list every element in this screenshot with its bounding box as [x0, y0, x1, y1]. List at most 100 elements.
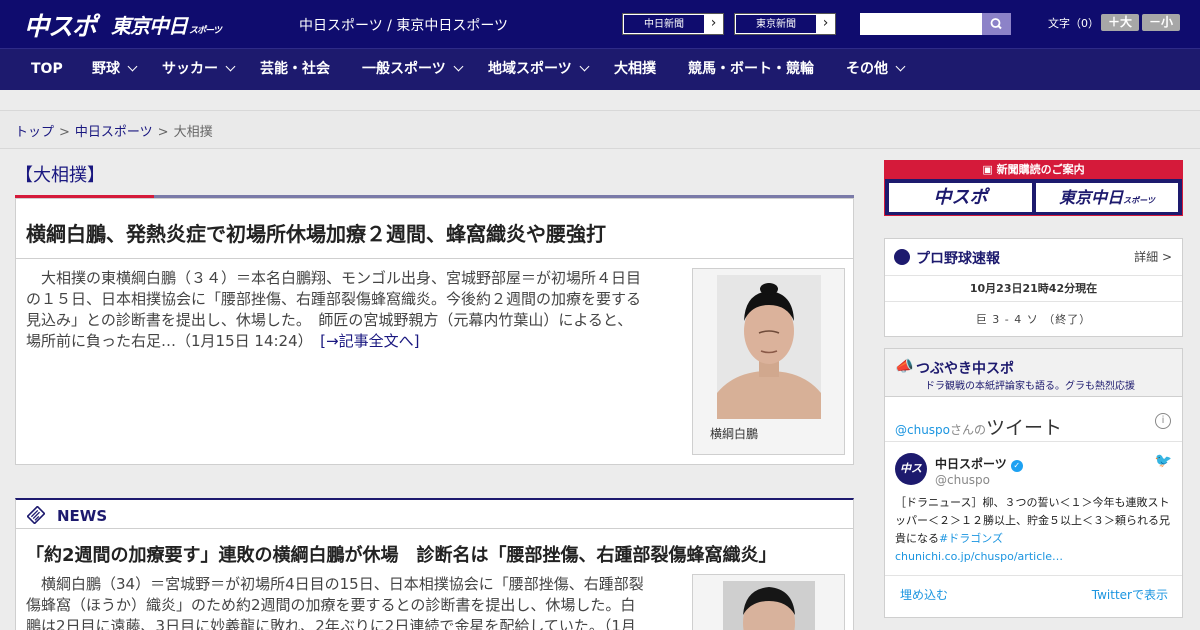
- breadcrumb-sep: >: [59, 125, 70, 140]
- tokyo-link-label: 東京新聞: [735, 14, 817, 34]
- twitter-widget-subtitle: ドラ観戦の本紙評論家も語る。グラも熱烈応援: [925, 381, 1135, 392]
- chuspo-subscribe-logo[interactable]: 中スポ: [889, 183, 1032, 212]
- breadcrumb-top[interactable]: トップ: [15, 125, 54, 140]
- body-line: 横綱白鵬（34）＝宮城野＝が初場所4日目の15日、日本相撲協会に「腰部挫傷、右踵…: [26, 575, 644, 593]
- font-smaller-button[interactable]: －小: [1142, 14, 1180, 31]
- news-photo[interactable]: [723, 581, 815, 630]
- newspaper-icon: ▣: [982, 163, 997, 176]
- nav-label: 一般スポーツ: [362, 61, 446, 77]
- body-line: 見込み」との診断書を提出し、休場した。 師匠の宮城野親方（元幕内竹葉山）によると…: [26, 311, 633, 329]
- news-article-card: 「約2週間の加療要す」連敗の横綱白鵬が休場 診断名は「腰部挫傷、右踵部裂傷蜂窩織…: [15, 529, 854, 630]
- wrestler-photo[interactable]: [717, 275, 821, 419]
- nav-label: 大相撲: [614, 61, 656, 77]
- nav-item-sumo[interactable]: 大相撲: [614, 49, 656, 90]
- nav-item-other[interactable]: その他: [846, 49, 906, 90]
- nav-label: サッカー: [162, 61, 218, 77]
- breadcrumb-current: 大相撲: [173, 125, 213, 140]
- nav-item-racing[interactable]: 競馬・ボート・競輪: [688, 49, 814, 90]
- info-icon[interactable]: i: [1155, 413, 1171, 429]
- twitter-widget-title: つぶやき中スポ: [916, 361, 1014, 377]
- chevron-down-icon: [225, 61, 236, 72]
- nav-label: TOP: [31, 61, 63, 77]
- view-on-twitter-link[interactable]: Twitterで表示: [1092, 586, 1168, 603]
- read-more-link[interactable]: [→記事全文へ]: [320, 332, 419, 350]
- subscription-banner[interactable]: ▣ 新聞購読のご案内 中スポ 東京中日スポーツ: [884, 160, 1183, 216]
- divider: [885, 301, 1182, 302]
- baseball-icon: [894, 249, 910, 265]
- hashtag-link[interactable]: #ドラゴンズ: [939, 532, 1003, 545]
- nav-item-local-sports[interactable]: 地域スポーツ: [488, 49, 590, 90]
- account-name-text: 中日スポーツ: [935, 457, 1007, 471]
- chevron-down-icon: [127, 61, 138, 72]
- top-article-body: 大相撲の東横綱白鵬（３４）＝本名白鵬翔、モンゴル出身、宮城野部屋＝が初場所４日目…: [26, 268, 686, 352]
- chunichi-shimbun-link[interactable]: 中日新聞 ›: [622, 13, 724, 35]
- tokyo-logo-text: 東京中日: [111, 14, 188, 38]
- baseball-title: プロ野球速報: [916, 251, 1000, 267]
- baseball-detail-link[interactable]: 詳細 >: [1134, 248, 1172, 265]
- sub-tokyo-sub: スポーツ: [1123, 196, 1155, 205]
- chunichi-link-label: 中日新聞: [623, 14, 705, 34]
- news-label: NEWS: [57, 507, 108, 525]
- nav-item-entertainment[interactable]: 芸能・社会: [260, 49, 330, 90]
- twitter-widget: 📣 つぶやき中スポ ドラ観戦の本紙評論家も語る。グラも熱烈応援 @chuspoさ…: [884, 348, 1183, 618]
- card-divider: [16, 258, 853, 259]
- nav-item-soccer[interactable]: サッカー: [162, 49, 236, 90]
- top-article-headline[interactable]: 横綱白鵬、発熱炎症で初場所休場加療２週間、蜂窩織炎や腰強打: [26, 218, 606, 247]
- chevron-right-icon: ›: [822, 15, 829, 31]
- nav-item-top[interactable]: TOP: [31, 49, 63, 90]
- search-button[interactable]: [982, 13, 1011, 35]
- nav-label: 地域スポーツ: [488, 61, 572, 77]
- score-timestamp: 10月23日21時42分現在: [969, 282, 1098, 295]
- top-article-card: 横綱白鵬、発熱炎症で初場所休場加療２週間、蜂窩織炎や腰強打 大相撲の東横綱白鵬（…: [15, 198, 854, 465]
- body-line-last: 場所前に負った右足…（1月15日 14:24） [→記事全文へ]: [26, 331, 686, 352]
- breadcrumb-sep: >: [157, 125, 169, 140]
- search-input[interactable]: [860, 13, 982, 35]
- divider: [885, 441, 1182, 442]
- nav-item-baseball[interactable]: 野球: [92, 49, 138, 90]
- newspaper-icon: [27, 506, 45, 524]
- handle-suffix: さんの: [950, 423, 987, 437]
- twitter-handle-link[interactable]: @chuspo: [895, 423, 950, 437]
- article-photo-frame: 横綱白鵬: [692, 268, 845, 455]
- subscription-title: ▣ 新聞購読のご案内: [885, 161, 1182, 179]
- tweets-label: ツイート: [986, 417, 1063, 439]
- nav-item-general-sports[interactable]: 一般スポーツ: [362, 49, 464, 90]
- avatar[interactable]: 中スポ: [895, 453, 927, 507]
- news-photo-frame: [692, 574, 845, 630]
- tweet-text: ［ドラニュース］柳、３つの誓い＜１＞今年も連敗ストッパー＜２＞１２勝以上、貯金５…: [895, 494, 1175, 566]
- tokyo-shimbun-link[interactable]: 東京新聞 ›: [734, 13, 836, 35]
- font-size-label: 文字（0）: [1048, 17, 1099, 30]
- account-id[interactable]: @chuspo: [935, 473, 990, 487]
- chevron-down-icon: [895, 61, 906, 72]
- font-larger-button[interactable]: ＋大: [1101, 14, 1139, 31]
- news-section-header: NEWS: [15, 498, 854, 529]
- embed-link[interactable]: 埋め込む: [900, 586, 948, 603]
- body-line: 場所前に負った右足…（1月15日 14:24）: [26, 332, 306, 350]
- divider: [885, 575, 1182, 576]
- body-line: の１５日、日本相撲協会に「腰部挫傷、右踵部裂傷蜂窩織炎。今後約２週間の加療を要す…: [26, 290, 642, 308]
- game-score[interactable]: 巨 3 - 4 ソ （終了）: [885, 311, 1182, 327]
- chevron-right-icon: ›: [710, 15, 717, 31]
- breadcrumb-chuspo[interactable]: 中日スポーツ: [75, 125, 153, 140]
- top-header: 中スポ 東京中日 スポーツ 中日スポーツ / 東京中日スポーツ 中日新聞 › 東京…: [0, 0, 1200, 48]
- chevron-down-icon: [579, 61, 590, 72]
- nav-label: その他: [846, 61, 888, 77]
- chuspo-logo[interactable]: 中スポ: [24, 7, 97, 43]
- tokyo-logo-sub: スポーツ: [189, 26, 222, 36]
- site-title: 中日スポーツ / 東京中日スポーツ: [299, 18, 509, 34]
- news-headline[interactable]: 「約2週間の加療要す」連敗の横綱白鵬が休場 診断名は「腰部挫傷、右踵部裂傷蜂窩織…: [26, 541, 777, 567]
- tokyo-chunichi-logo[interactable]: 東京中日 スポーツ: [111, 10, 222, 39]
- account-name[interactable]: 中日スポーツ ✓: [935, 455, 1023, 472]
- body-line: 鵬は2日目に遠藤、3日目に妙義龍に敗れ、2年ぶりに2日連続で金星を配給していた。…: [26, 617, 636, 630]
- tokyo-subscribe-logo[interactable]: 東京中日スポーツ: [1036, 183, 1178, 212]
- chevron-down-icon: [453, 61, 464, 72]
- nav-label: 競馬・ボート・競輪: [688, 61, 814, 77]
- tweet-url-link[interactable]: chunichi.co.jp/chuspo/article…: [895, 550, 1063, 563]
- search-icon: [990, 18, 1002, 30]
- section-title: 【大相撲】: [15, 165, 105, 186]
- tweet-body: ［ドラニュース］柳、３つの誓い＜１＞今年も連敗ストッパー＜２＞１２勝以上、貯金５…: [895, 496, 1170, 545]
- subscription-title-text: 新聞購読のご案内: [996, 163, 1085, 176]
- nav-label: 芸能・社会: [260, 61, 330, 77]
- megaphone-icon: 📣: [895, 357, 914, 375]
- twitter-bird-icon[interactable]: 🐦: [1155, 453, 1172, 469]
